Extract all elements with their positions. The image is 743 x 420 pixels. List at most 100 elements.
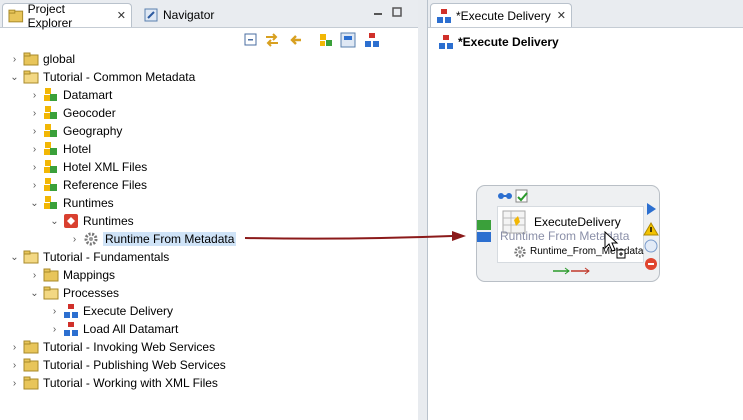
minimize-icon[interactable]	[373, 7, 383, 17]
tab-execute-delivery-label: *Execute Delivery	[456, 8, 551, 23]
folder-icon	[43, 268, 59, 282]
tree-item[interactable]: ⌄ Tutorial - Fundamentals	[10, 248, 169, 266]
tree-item-label: Geocoder	[63, 106, 116, 120]
tree-item[interactable]: › Hotel XML Files	[30, 158, 147, 176]
tab-project-explorer-label: Project Explorer	[27, 1, 73, 30]
tree-item[interactable]: › Hotel	[30, 140, 91, 158]
tree-item[interactable]: › Tutorial - Publishing Web Services	[10, 356, 226, 374]
folder-icon	[23, 52, 39, 66]
tree-item-label: global	[43, 52, 76, 66]
tree-item[interactable]: › Tutorial - Invoking Web Services	[10, 338, 215, 356]
tab-project-explorer[interactable]: Project Explorer ✕	[2, 1, 132, 30]
maximize-icon[interactable]	[392, 7, 402, 17]
chevron-right-icon[interactable]: ›	[10, 342, 19, 353]
tree-item[interactable]: ⌄ Tutorial - Common Metadata	[10, 68, 195, 86]
project-explorer-icon	[8, 9, 24, 22]
tree-item-label: Tutorial - Working with XML Files	[43, 376, 218, 390]
chevron-right-icon[interactable]: ›	[30, 162, 39, 173]
tree-item-label: Tutorial - Common Metadata	[43, 70, 196, 84]
new-process-icon[interactable]	[364, 32, 380, 48]
chevron-down-icon[interactable]: ⌄	[50, 216, 59, 227]
node-name: ExecuteDelivery	[534, 215, 621, 229]
metadata-icon	[44, 160, 57, 173]
tree-item-label: Processes	[63, 286, 120, 300]
chevron-right-icon[interactable]: ›	[50, 324, 59, 335]
tab-navigator-label: Navigator	[163, 8, 215, 22]
new-mapping-icon[interactable]	[340, 32, 356, 48]
start-handles-icon[interactable]	[497, 189, 531, 203]
tree-item-label: Geography	[63, 124, 123, 138]
new-metadata-icon[interactable]	[318, 32, 334, 48]
chevron-right-icon[interactable]: ›	[50, 306, 59, 317]
metadata-icon	[44, 88, 57, 101]
tree-item-label: Mappings	[63, 268, 116, 282]
process-icon	[439, 35, 453, 49]
left-tabbar: Project Explorer ✕ Navigator	[0, 0, 418, 30]
tree-item-label: Load All Datamart	[83, 322, 179, 336]
tree-item[interactable]: › Mappings	[30, 266, 115, 284]
chevron-right-icon[interactable]: ›	[10, 378, 19, 389]
tab-navigator[interactable]: Navigator	[138, 3, 238, 27]
explorer-toolbar	[0, 30, 418, 52]
tree-item-label: Reference Files	[63, 178, 148, 192]
back-icon[interactable]	[288, 32, 304, 48]
open-folder-icon	[23, 70, 39, 84]
tab-execute-delivery[interactable]: *Execute Delivery ✕	[430, 3, 572, 27]
chevron-right-icon[interactable]: ›	[10, 54, 19, 65]
folder-icon	[23, 376, 39, 390]
navigator-icon	[144, 8, 158, 22]
open-folder-icon	[43, 286, 59, 300]
gear-icon	[514, 246, 526, 258]
link-with-editor-icon[interactable]	[264, 32, 280, 48]
cursor-icon	[604, 230, 626, 259]
tree-item[interactable]: ⌄ Runtimes	[30, 194, 114, 212]
close-icon[interactable]: ✕	[117, 9, 126, 22]
process-icon	[64, 304, 78, 318]
node-status-icons	[643, 203, 659, 270]
project-explorer-pane: Project Explorer ✕ Navigator › global ⌄ …	[0, 0, 419, 420]
connector-icon[interactable]	[551, 266, 591, 276]
chevron-right-icon[interactable]: ›	[70, 234, 79, 245]
tree-item[interactable]: › global	[10, 50, 75, 68]
chevron-right-icon[interactable]: ›	[30, 126, 39, 137]
tree-item-selected[interactable]: › Runtime From Metadata	[70, 230, 237, 248]
editor-title-label: *Execute Delivery	[458, 35, 559, 49]
tree-item[interactable]: › Reference Files	[30, 176, 147, 194]
process-icon	[437, 8, 451, 23]
tree-item[interactable]: ⌄ Runtimes	[50, 212, 134, 230]
folder-icon	[23, 358, 39, 372]
metadata-icon	[44, 124, 57, 137]
tree-item[interactable]: › Geocoder	[30, 104, 116, 122]
chevron-right-icon[interactable]: ›	[10, 360, 19, 371]
metadata-icon	[44, 196, 57, 209]
chevron-right-icon[interactable]: ›	[30, 108, 39, 119]
collapse-all-icon[interactable]	[243, 32, 259, 48]
chevron-down-icon[interactable]: ⌄	[10, 72, 19, 83]
input-handle-icon[interactable]	[475, 218, 495, 244]
tree-item-label: Tutorial - Fundamentals	[43, 250, 170, 264]
tree-item[interactable]: › Geography	[30, 122, 122, 140]
tree-item-label: Hotel	[63, 142, 92, 156]
tree-item-label: Hotel XML Files	[63, 160, 148, 174]
chevron-right-icon[interactable]: ›	[30, 180, 39, 191]
close-icon[interactable]: ✕	[557, 9, 566, 22]
open-folder-icon	[23, 250, 39, 264]
metadata-icon	[44, 106, 57, 119]
pane-divider[interactable]	[418, 0, 427, 420]
chevron-right-icon[interactable]: ›	[30, 144, 39, 155]
tree-item[interactable]: › Load All Datamart	[50, 320, 178, 338]
metadata-icon	[44, 142, 57, 155]
process-node[interactable]: ExecuteDelivery Runtime From Metadata Ru…	[476, 185, 660, 282]
tree-item[interactable]: › Datamart	[30, 86, 112, 104]
tree-item-label: Runtime From Metadata	[103, 232, 237, 246]
chevron-down-icon[interactable]: ⌄	[30, 198, 39, 209]
tree-item[interactable]: › Tutorial - Working with XML Files	[10, 374, 218, 392]
chevron-down-icon[interactable]: ⌄	[10, 252, 19, 263]
chevron-right-icon[interactable]: ›	[30, 90, 39, 101]
gear-icon	[84, 232, 98, 246]
tree-item-label: Tutorial - Publishing Web Services	[43, 358, 226, 372]
chevron-right-icon[interactable]: ›	[30, 270, 39, 281]
tree-item[interactable]: › Execute Delivery	[50, 302, 173, 320]
tree-item[interactable]: ⌄ Processes	[30, 284, 119, 302]
chevron-down-icon[interactable]: ⌄	[30, 288, 39, 299]
